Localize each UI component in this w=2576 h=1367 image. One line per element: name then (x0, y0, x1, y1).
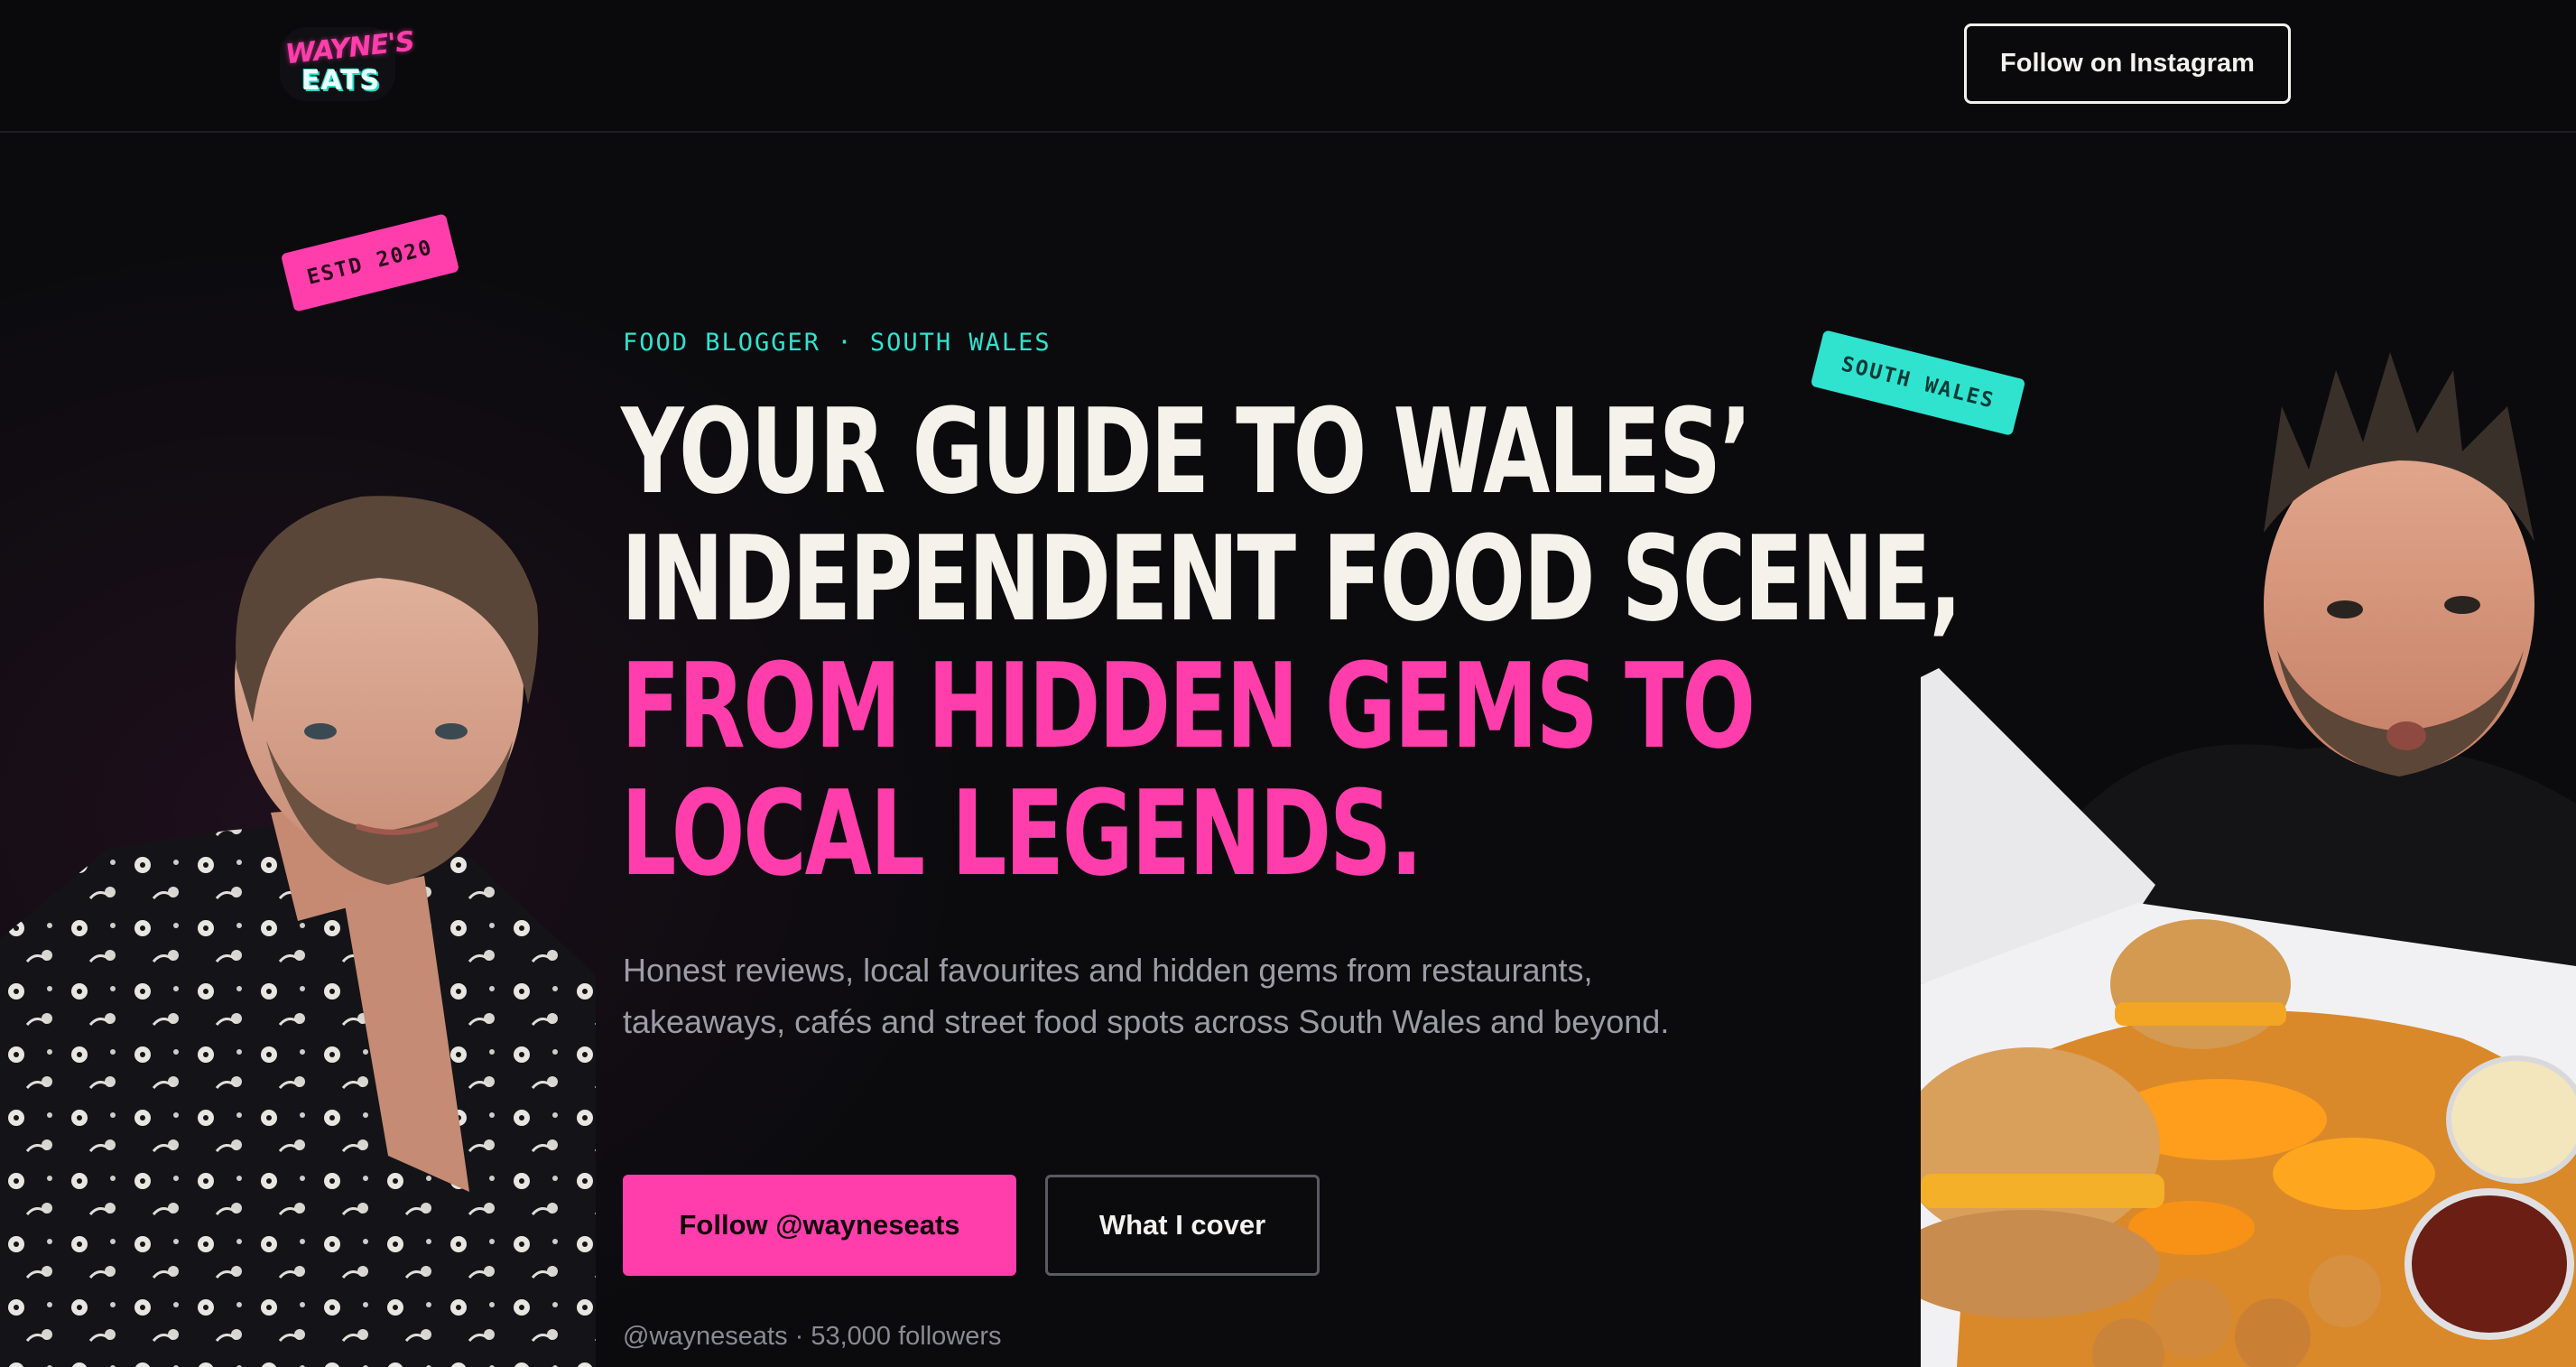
follow-wayneseats-button[interactable]: Follow @wayneseats (623, 1175, 1016, 1276)
hero-eyebrow: FOOD BLOGGER · SOUTH WALES (623, 329, 1052, 357)
headline-line-1: YOUR GUIDE TO WALES’ (621, 383, 1752, 520)
hero-intro-text: Honest reviews, local favourites and hid… (623, 952, 1670, 1040)
follow-instagram-button[interactable]: Follow on Instagram (1964, 23, 2291, 104)
headline-line-4: LOCAL LEGENDS. (621, 765, 1423, 902)
left-portrait-image (0, 496, 596, 1367)
site-logo[interactable]: WAYNE'S EATS (280, 26, 415, 101)
headline-line-2: INDEPENDENT FOOD SCENE, (621, 510, 1962, 647)
right-portrait-image (1921, 352, 2576, 1367)
follower-count: @wayneseats · 53,000 followers (623, 1322, 1002, 1351)
what-i-cover-button[interactable]: What I cover (1045, 1175, 1320, 1276)
logo-wordmark-top: WAYNE'S (283, 25, 416, 71)
headline-line-3: FROM HIDDEN GEMS TO (621, 637, 1756, 775)
page: WAYNE'S EATS Follow on Instagram ESTD 20… (0, 0, 2576, 1367)
established-sticker: ESTD 2020 (280, 213, 460, 312)
logo-wordmark-bottom: EATS (301, 65, 381, 97)
site-header: WAYNE'S EATS Follow on Instagram (0, 0, 2576, 133)
hero-headline: YOUR GUIDE TO WALES’ INDEPENDENT FOOD SC… (621, 383, 1962, 902)
